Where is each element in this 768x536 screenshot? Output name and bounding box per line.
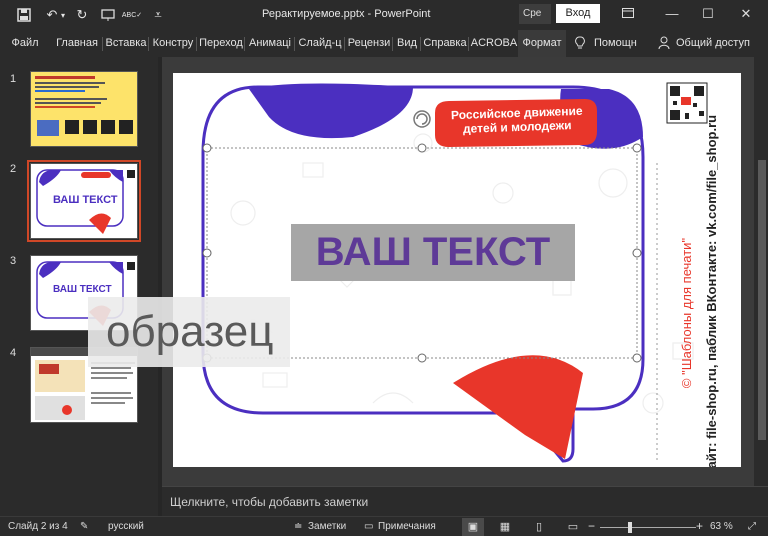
slide-sorter-view-icon[interactable]: ▦ xyxy=(494,518,516,536)
notes-placeholder[interactable]: Щелкните, чтобы добавить заметки xyxy=(170,495,368,509)
tab-acrobat[interactable]: ACROBA xyxy=(470,30,518,57)
reading-view-icon[interactable]: ▯ xyxy=(528,518,550,536)
tab-format[interactable]: Формат xyxy=(518,30,566,57)
share-user-icon[interactable] xyxy=(656,30,672,57)
slideshow-view-icon[interactable]: ▭ xyxy=(562,518,584,536)
slide-thumbnail-1[interactable] xyxy=(30,71,138,147)
ribbon-display-options-icon[interactable] xyxy=(614,4,642,24)
notes-pane[interactable]: Щелкните, чтобы добавить заметки xyxy=(162,486,768,516)
thumbnail-title: ВАШ ТЕКСТ xyxy=(53,194,118,206)
tab-transitions[interactable]: Переход xyxy=(198,30,244,57)
maximize-icon[interactable]: ☐ xyxy=(694,4,722,24)
tab-slideshow[interactable]: Слайд-ц xyxy=(296,30,344,57)
tab-insert[interactable]: Вставка xyxy=(104,30,148,57)
zoom-out-icon[interactable]: − xyxy=(588,519,595,533)
slide-thumbnails-pane: 1 2 ВАШ ТЕКСТ 3 ВАШ ТЕКСТ 4 xyxy=(0,57,158,516)
close-icon[interactable]: ✕ xyxy=(732,4,760,24)
comments-toggle[interactable]: Примечания xyxy=(378,521,436,532)
site-info-text: Сайт: file-shop.ru, паблик ВКонтакте: vk… xyxy=(704,114,719,467)
redo-icon[interactable]: ↻ xyxy=(72,5,92,25)
notes-toggle[interactable]: Заметки xyxy=(308,521,346,532)
tab-help[interactable]: Справка xyxy=(422,30,468,57)
slide-thumbnail-2[interactable]: ВАШ ТЕКСТ xyxy=(27,160,141,242)
tab-separator xyxy=(294,37,295,51)
tab-view[interactable]: Вид xyxy=(394,30,420,57)
customize-quick-access-icon[interactable]: ⩡ xyxy=(148,5,168,25)
thumbnail-title: ВАШ ТЕКСТ xyxy=(53,284,112,295)
minimize-icon[interactable]: — xyxy=(658,4,686,24)
watermark-text: образец xyxy=(88,297,290,367)
search-input[interactable]: Сре xyxy=(519,4,551,24)
slide-counter: Слайд 2 из 4 xyxy=(8,521,68,532)
save-icon[interactable] xyxy=(14,5,34,25)
accessibility-icon[interactable]: ✎ xyxy=(80,521,88,532)
ribbon-tabs: Файл Главная Вставка Констру Переход Ани… xyxy=(0,30,768,57)
tab-animations[interactable]: Анимаці xyxy=(246,30,294,57)
scrollbar-thumb[interactable] xyxy=(758,160,766,440)
tab-separator xyxy=(392,37,393,51)
normal-view-icon[interactable]: ▣ xyxy=(462,518,484,536)
presentation-icon[interactable] xyxy=(98,5,118,25)
zoom-slider-thumb[interactable] xyxy=(628,522,632,533)
thumbnail-number: 1 xyxy=(10,73,17,85)
zoom-slider[interactable] xyxy=(600,527,696,528)
notes-icon[interactable]: ≐ xyxy=(294,521,302,532)
tell-me-help[interactable]: Помощн xyxy=(594,30,644,57)
fit-slide-icon[interactable]: ⤢ xyxy=(748,521,756,532)
zoom-in-icon[interactable]: + xyxy=(696,519,703,533)
login-button[interactable]: Вход xyxy=(556,4,600,23)
spelling-icon[interactable]: ABC✓ xyxy=(122,5,142,25)
language-indicator[interactable]: русский xyxy=(108,521,144,532)
slide-title-text[interactable]: ВАШ ТЕКСТ xyxy=(291,224,575,281)
tab-separator xyxy=(148,37,149,51)
tab-separator xyxy=(244,37,245,51)
tab-separator xyxy=(420,37,421,51)
lightbulb-icon[interactable] xyxy=(572,30,588,57)
zoom-level[interactable]: 63 % xyxy=(710,521,733,532)
tab-separator xyxy=(196,37,197,51)
tab-separator xyxy=(468,37,469,51)
thumbnail-number: 4 xyxy=(10,347,17,359)
thumbnail-number: 2 xyxy=(10,163,17,175)
copyright-text: © "Шаблоны для печати" xyxy=(679,237,694,389)
tab-separator xyxy=(102,37,103,51)
comments-icon[interactable]: ▭ xyxy=(364,521,373,532)
tab-separator xyxy=(344,37,345,51)
document-title: Рерактируемое.pptx - PowerPoint xyxy=(262,8,431,20)
slide-canvas[interactable]: Российское движение детей и молодежи ВАШ… xyxy=(173,73,741,467)
share-button[interactable]: Общий доступ xyxy=(676,30,764,57)
tab-file[interactable]: Файл xyxy=(4,30,46,57)
title-bar: ↶ ▾ ↻ ABC✓ ⩡ Рерактируемое.pptx - PowerP… xyxy=(0,0,768,30)
status-bar: Слайд 2 из 4 ✎ русский ≐ Заметки ▭ Приме… xyxy=(0,516,768,536)
tab-home[interactable]: Главная xyxy=(54,30,100,57)
tab-review[interactable]: Рецензи xyxy=(346,30,392,57)
undo-dropdown-icon[interactable]: ▾ xyxy=(58,5,68,25)
banner-text: Российское движение детей и молодежи xyxy=(437,103,598,137)
tab-design[interactable]: Констру xyxy=(150,30,196,57)
thumbnail-number: 3 xyxy=(10,255,17,267)
